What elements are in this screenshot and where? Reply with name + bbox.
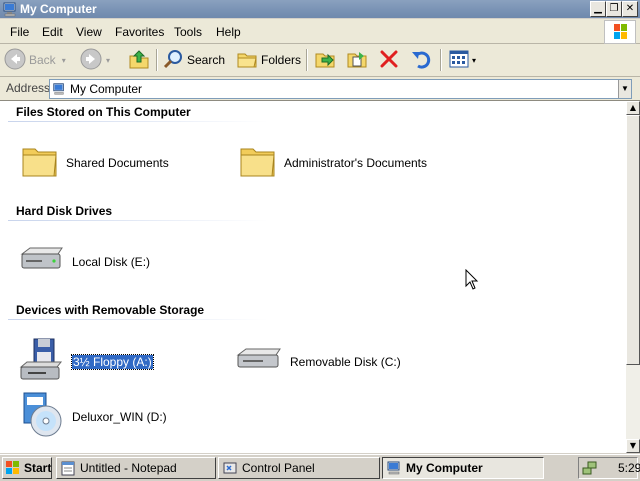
control-panel-icon xyxy=(222,460,238,476)
scroll-up-icon[interactable]: ▲ xyxy=(626,101,640,115)
cd-drive-icon xyxy=(18,391,66,442)
window-title: My Computer xyxy=(20,2,97,16)
item-label: Shared Documents xyxy=(66,155,169,170)
hard-disk-icon xyxy=(18,240,66,283)
copy-to-button[interactable] xyxy=(346,48,368,72)
title-bar[interactable]: My Computer ▁ ❐ ✕ xyxy=(0,0,640,18)
item-floppy-a[interactable]: 3½ Floppy (A:) xyxy=(18,337,154,386)
back-button[interactable]: Back ▾ xyxy=(4,48,66,72)
computer-icon xyxy=(52,82,66,96)
group-header-removable: Devices with Removable Storage xyxy=(16,303,205,317)
folders-label: Folders xyxy=(261,53,302,67)
up-folder-button[interactable] xyxy=(128,48,150,72)
move-to-icon xyxy=(314,48,336,73)
content-area: Files Stored on This Computer Shared Doc… xyxy=(0,101,626,453)
address-field[interactable]: My Computer ▼ xyxy=(49,79,632,99)
item-shared-documents[interactable]: Shared Documents xyxy=(20,141,169,184)
item-label: Removable Disk (C:) xyxy=(290,354,401,369)
forward-button[interactable]: ▾ xyxy=(80,48,110,72)
task-my-computer[interactable]: My Computer xyxy=(382,457,544,479)
back-dropdown-icon[interactable]: ▾ xyxy=(62,56,66,65)
address-dropdown-icon[interactable]: ▼ xyxy=(618,80,631,98)
menu-view[interactable]: View xyxy=(76,25,102,39)
task-notepad[interactable]: Untitled - Notepad xyxy=(56,457,216,479)
windows-logo-icon xyxy=(5,460,21,476)
back-arrow-icon xyxy=(4,48,26,73)
forward-dropdown-icon[interactable]: ▾ xyxy=(106,56,110,65)
toolbar-separator xyxy=(440,49,442,71)
folder-icon xyxy=(238,141,278,184)
back-label: Back xyxy=(29,53,56,67)
start-button[interactable]: Start xyxy=(2,457,52,479)
delete-button[interactable] xyxy=(378,48,400,72)
mouse-pointer-icon xyxy=(465,268,479,294)
toolbar-separator xyxy=(156,49,158,71)
address-label: Address xyxy=(6,81,51,95)
group-divider xyxy=(8,319,268,320)
folders-button[interactable]: Folders xyxy=(236,48,301,72)
task-control-panel[interactable]: Control Panel xyxy=(218,457,380,479)
vertical-scrollbar[interactable]: ▲ ▼ xyxy=(626,101,640,453)
notepad-icon xyxy=(60,460,76,476)
copy-to-icon xyxy=(346,48,368,73)
item-removable-disk-c[interactable]: Removable Disk (C:) xyxy=(236,340,401,383)
item-local-disk-e[interactable]: Local Disk (E:) xyxy=(18,240,150,283)
search-button[interactable]: Search xyxy=(162,48,225,72)
undo-icon xyxy=(410,48,432,73)
removable-disk-icon xyxy=(236,340,284,383)
toolbar: Back ▾ ▾ Search Folders ▾ xyxy=(0,44,640,77)
folder-icon xyxy=(20,141,60,184)
group-header-hard-disks: Hard Disk Drives xyxy=(16,204,113,218)
menu-help[interactable]: Help xyxy=(216,25,241,39)
move-to-button[interactable] xyxy=(314,48,336,72)
search-label: Search xyxy=(187,53,226,67)
item-label: Deluxor_WIN (D:) xyxy=(72,409,167,424)
scroll-down-icon[interactable]: ▼ xyxy=(626,439,640,453)
forward-arrow-icon xyxy=(80,48,102,73)
network-tray-icon[interactable] xyxy=(582,460,598,476)
menu-file[interactable]: File xyxy=(10,25,29,39)
views-button[interactable]: ▾ xyxy=(448,48,476,72)
item-label: Local Disk (E:) xyxy=(72,254,151,269)
start-label: Start xyxy=(24,461,52,475)
item-cd-drive-d[interactable]: Deluxor_WIN (D:) xyxy=(18,391,167,442)
views-icon xyxy=(448,48,470,73)
menu-bar: File Edit View Favorites Tools Help xyxy=(0,19,640,44)
item-label: Administrator's Documents xyxy=(284,155,428,170)
up-folder-icon xyxy=(128,48,150,73)
restore-button[interactable]: ❐ xyxy=(606,1,622,17)
address-bar: Address My Computer ▼ xyxy=(0,77,640,101)
item-label: 3½ Floppy (A:) xyxy=(71,353,154,370)
views-dropdown-icon: ▾ xyxy=(472,55,477,65)
system-tray: 5:29 xyxy=(578,457,640,479)
folders-icon xyxy=(236,48,258,73)
windows-logo-icon xyxy=(604,20,636,44)
undo-button[interactable] xyxy=(410,48,432,72)
clock[interactable]: 5:29 xyxy=(618,461,640,475)
task-label: My Computer xyxy=(406,461,483,475)
computer-icon xyxy=(2,1,18,20)
group-header-files: Files Stored on This Computer xyxy=(16,105,191,119)
taskbar: Start Untitled - Notepad Control Panel M… xyxy=(0,454,640,481)
menu-tools[interactable]: Tools xyxy=(174,25,202,39)
close-button[interactable]: ✕ xyxy=(622,1,638,17)
minimize-button[interactable]: ▁ xyxy=(590,1,606,17)
address-value: My Computer xyxy=(70,82,143,96)
task-label: Control Panel xyxy=(242,461,315,475)
menu-favorites[interactable]: Favorites xyxy=(115,25,164,39)
item-administrators-documents[interactable]: Administrator's Documents xyxy=(238,141,427,184)
toolbar-separator xyxy=(306,49,308,71)
group-divider xyxy=(8,121,268,122)
scroll-thumb[interactable] xyxy=(626,115,640,365)
computer-icon xyxy=(386,460,402,476)
floppy-drive-icon xyxy=(18,337,66,386)
search-icon xyxy=(162,48,184,73)
menu-edit[interactable]: Edit xyxy=(42,25,63,39)
group-divider xyxy=(8,220,268,221)
delete-icon xyxy=(378,48,400,73)
task-label: Untitled - Notepad xyxy=(80,461,177,475)
